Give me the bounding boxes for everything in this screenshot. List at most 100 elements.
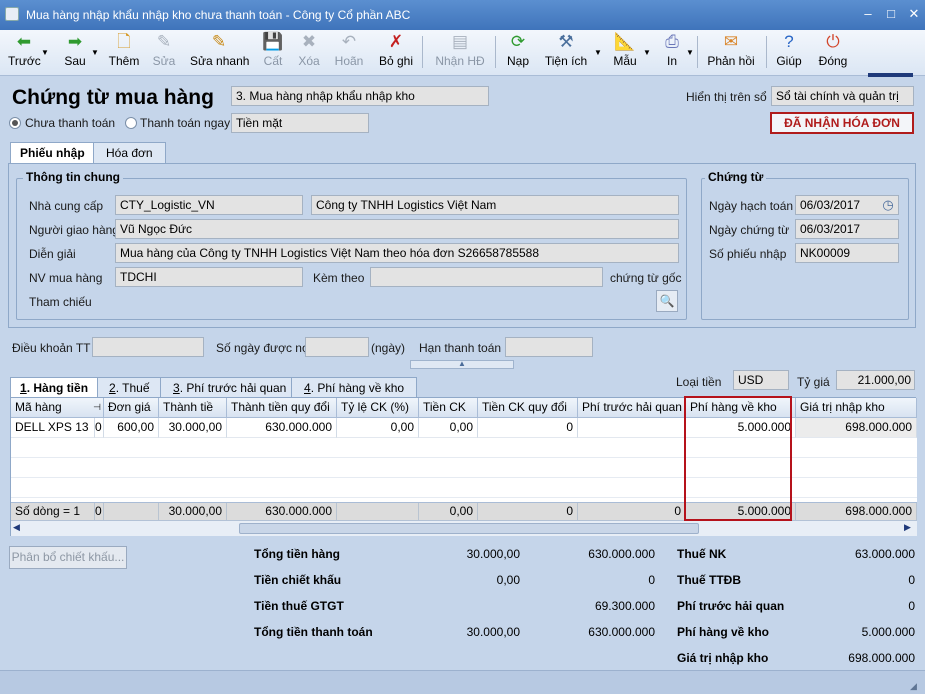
- due-date-field[interactable]: [505, 337, 593, 357]
- currency-field[interactable]: USD: [733, 370, 789, 390]
- import-tax-label: Thuế NK: [677, 547, 727, 561]
- cell-disc-rate[interactable]: 0,00: [337, 418, 419, 438]
- maximize-button[interactable]: □: [881, 5, 901, 23]
- pre-customs-label: Phí trước hải quan: [677, 599, 785, 613]
- power-icon: ⏻: [826, 32, 840, 51]
- doc-date-field[interactable]: 06/03/2017: [795, 219, 899, 239]
- help-icon: ?: [784, 32, 794, 51]
- unpaid-radio[interactable]: [9, 117, 21, 129]
- printer-icon: ⎙: [665, 32, 679, 51]
- display-label: Hiển thị trên sổ: [686, 90, 767, 104]
- back-dropdown-icon[interactable]: ▼: [41, 48, 49, 57]
- tab-goods[interactable]: 1. Hàng tiền: [10, 377, 99, 399]
- cell-pre-customs[interactable]: [578, 418, 686, 438]
- payment-method-field[interactable]: Tiền mặt: [231, 113, 369, 133]
- add-button[interactable]: 🗋 Thêm: [108, 32, 140, 74]
- scroll-left-icon[interactable]: ◀: [13, 522, 20, 533]
- cell-disc[interactable]: 0,00: [419, 418, 478, 438]
- template-button[interactable]: 📐 Mẫu: [612, 32, 638, 74]
- tab-invoice[interactable]: Hóa đơn: [93, 142, 166, 164]
- allocate-discount-button[interactable]: Phân bổ chiết khấu...: [9, 546, 127, 569]
- collapse-handle[interactable]: ▲: [410, 360, 514, 369]
- toolbar-separator: [422, 36, 423, 68]
- unpost-button[interactable]: ✗ Bỏ ghi: [378, 32, 414, 74]
- floppy-icon: 💾: [262, 32, 284, 51]
- delete-button[interactable]: ✖ Xóa: [296, 32, 322, 74]
- clock-icon[interactable]: ◷: [878, 195, 898, 214]
- template-dropdown-icon[interactable]: ▼: [643, 48, 651, 57]
- tab-wh-fee[interactable]: 4. Phí hàng về kho: [291, 377, 418, 399]
- col-header-pre-customs[interactable]: Phí trước hải quan: [578, 398, 686, 418]
- discount-lc: 0: [648, 573, 655, 587]
- save-button[interactable]: 💾 Cất: [262, 32, 284, 74]
- doc-date-label: Ngày chứng từ: [709, 223, 790, 237]
- print-dropdown-icon[interactable]: ▼: [686, 48, 694, 57]
- grand-total-lc: 630.000.000: [588, 625, 655, 639]
- cell-qty[interactable]: 0: [95, 418, 104, 438]
- buyer-field[interactable]: TDCHI: [115, 267, 303, 287]
- tab-tax[interactable]: 2. Thuế: [97, 377, 162, 399]
- col-header-disc[interactable]: Tiền CK: [419, 398, 478, 418]
- description-field[interactable]: Mua hàng của Công ty TNHH Logistics Việt…: [115, 243, 679, 263]
- invoice-received-button[interactable]: ĐÃ NHẬN HÓA ĐƠN: [770, 112, 914, 134]
- pre-customs-value: 0: [908, 599, 915, 613]
- grand-total-fc: 30.000,00: [466, 625, 520, 639]
- utilities-dropdown-icon[interactable]: ▼: [594, 48, 602, 57]
- col-header-import-value[interactable]: Giá trị nhập kho: [796, 398, 917, 418]
- help-button[interactable]: ? Giúp: [775, 32, 803, 74]
- col-header-disc-rate[interactable]: Tỷ lệ CK (%): [337, 398, 419, 418]
- supplier-code-field[interactable]: CTY_Logistic_VN: [115, 195, 303, 215]
- toolbar-separator: [697, 36, 698, 68]
- rate-field[interactable]: 21.000,00: [836, 370, 915, 390]
- cell-disc-conv[interactable]: 0: [478, 418, 578, 438]
- back-button[interactable]: ⬅ Trước: [8, 32, 41, 74]
- feedback-button[interactable]: ✉ Phản hồi: [706, 32, 756, 74]
- attach-field[interactable]: [370, 267, 603, 287]
- horizontal-scrollbar[interactable]: ◀ ▶: [11, 520, 917, 536]
- deliverer-field[interactable]: Vũ Ngọc Đức: [115, 219, 679, 239]
- minimize-button[interactable]: –: [858, 5, 878, 23]
- payment-terms-field[interactable]: [92, 337, 204, 357]
- supplier-name-field[interactable]: Công ty TNHH Logistics Việt Nam: [311, 195, 679, 215]
- col-header-code[interactable]: Mã hàng ⊣: [11, 398, 104, 418]
- invoice-icon: ▤: [451, 32, 469, 51]
- tab-receipt[interactable]: Phiếu nhập: [10, 142, 95, 164]
- cell-amount[interactable]: 30.000,00: [159, 418, 227, 438]
- cell-amount-conv[interactable]: 630.000.000: [227, 418, 337, 438]
- cell-import-value[interactable]: 698.000.000: [796, 418, 917, 438]
- receive-invoice-button[interactable]: ▤ Nhận HĐ: [434, 32, 486, 74]
- cell-price[interactable]: 600,00: [104, 418, 159, 438]
- due-date-label: Hạn thanh toán: [419, 341, 502, 355]
- col-header-price[interactable]: Đơn giá: [104, 398, 159, 418]
- scroll-right-icon[interactable]: ▶: [904, 522, 911, 533]
- col-header-amount[interactable]: Thành tiề: [159, 398, 227, 418]
- credit-days-field[interactable]: [305, 337, 369, 357]
- next-button[interactable]: ➡ Sau: [62, 32, 88, 74]
- print-button[interactable]: ⎙ In: [663, 32, 681, 74]
- col-header-amount-conv[interactable]: Thành tiền quy đổi: [227, 398, 337, 418]
- receipt-no-field[interactable]: NK00009: [795, 243, 899, 263]
- quick-edit-button[interactable]: ✎ Sửa nhanh: [190, 32, 249, 74]
- paid-now-radio[interactable]: [125, 117, 137, 129]
- scroll-thumb[interactable]: [239, 523, 699, 534]
- reload-button[interactable]: ⟳ Nạp: [505, 32, 531, 74]
- utilities-button[interactable]: ⚒ Tiện ích: [544, 32, 588, 74]
- next-dropdown-icon[interactable]: ▼: [91, 48, 99, 57]
- import-value-label: Giá trị nhập kho: [677, 651, 769, 665]
- attach-label: Kèm theo: [313, 271, 365, 285]
- reference-search-icon[interactable]: 🔍: [656, 290, 678, 312]
- close-window-button[interactable]: ✕: [904, 5, 924, 23]
- sum-qty: 0: [95, 503, 104, 521]
- voucher-type-field[interactable]: 3. Mua hàng nhập khẩu nhập kho: [231, 86, 489, 106]
- col-header-disc-conv[interactable]: Tiền CK quy đổi: [478, 398, 578, 418]
- tab-pre-customs[interactable]: 3. Phí trước hải quan: [160, 377, 300, 399]
- sum-disc: 0,00: [419, 503, 478, 521]
- sum-price: [104, 503, 159, 521]
- payment-terms-label: Điều khoản TT: [12, 341, 91, 355]
- close-button[interactable]: ⏻ Đóng: [816, 32, 850, 74]
- edit-button[interactable]: ✎ Sửa: [152, 32, 176, 74]
- cell-code[interactable]: DELL XPS 13: [11, 418, 95, 438]
- display-select[interactable]: Sổ tài chính và quản trị: [771, 86, 914, 106]
- resize-grip-icon[interactable]: ◢: [910, 681, 917, 692]
- undo-button[interactable]: ↶ Hoãn: [333, 32, 365, 74]
